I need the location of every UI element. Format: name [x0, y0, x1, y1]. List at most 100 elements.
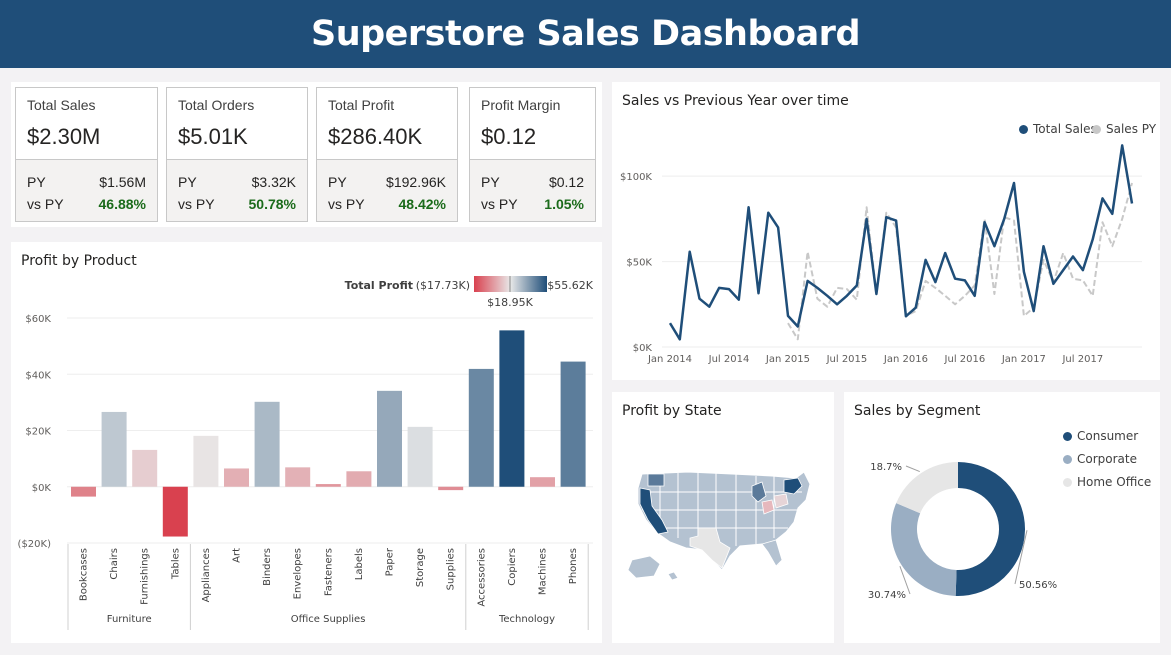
kpi-value: $0.12: [481, 124, 537, 149]
x-tick-label: Storage: [415, 548, 426, 587]
bar-art[interactable]: [224, 468, 249, 487]
bar-storage[interactable]: [407, 426, 433, 487]
legend-title: Total Profit: [345, 279, 413, 292]
bar-labels[interactable]: [346, 471, 372, 487]
bar-binders[interactable]: [254, 401, 280, 487]
bar-paper[interactable]: [377, 390, 402, 487]
x-tick-label: Jul 2017: [1061, 354, 1103, 365]
slice-consumer[interactable]: [955, 462, 1025, 596]
bar-copiers[interactable]: [499, 330, 525, 487]
x-tick-label: Jan 2015: [765, 354, 810, 365]
kpi-vs-value: 46.88%: [98, 196, 146, 212]
x-tick-label: Jul 2014: [708, 354, 750, 365]
kpi-value: $2.30M: [27, 124, 101, 149]
kpi-card-profit-margin[interactable]: Profit Margin $0.12 PY $0.12 vs PY 1.05%: [469, 87, 596, 222]
kpi-vs-label: vs PY: [328, 196, 365, 212]
slice-value-label: 50.56%: [1019, 580, 1057, 591]
kpi-value: $286.40K: [328, 124, 423, 149]
us-state-map[interactable]: [612, 392, 834, 643]
x-tick-label: Fasteners: [323, 548, 334, 596]
bar-phones[interactable]: [560, 361, 586, 487]
y-tick-label: $40K: [25, 370, 51, 381]
series-line-total-sales[interactable]: [668, 144, 1134, 341]
us-map-shape[interactable]: [627, 471, 811, 581]
kpi-py-label: PY: [27, 174, 46, 190]
slice-leader-line: [905, 465, 920, 473]
y-tick-label: $50K: [626, 258, 652, 269]
slice-corporate[interactable]: [891, 503, 957, 596]
profit-by-state-panel[interactable]: Profit by State: [612, 392, 834, 643]
y-tick-label: $0K: [32, 483, 52, 494]
kpi-label: Profit Margin: [481, 97, 561, 113]
sales-vs-py-panel[interactable]: Sales vs Previous Year over time Total S…: [612, 82, 1160, 380]
slice-home-office[interactable]: [896, 462, 958, 514]
sales-line-chart[interactable]: $100K $50K $0KJan 2014 Jul 2014 Jan 2015 Jul …: [612, 82, 1160, 380]
kpi-py-value: $1.56M: [99, 174, 146, 190]
kpi-vs-value: 1.05%: [544, 196, 584, 212]
x-tick-label: Jul 2015: [826, 354, 868, 365]
x-tick-label: Paper: [385, 547, 396, 576]
kpi-card-total-orders[interactable]: Total Orders $5.01K PY $3.32K vs PY 50.78%: [166, 87, 308, 222]
legend-mid: $18.95K: [487, 296, 533, 309]
kpi-py-label: PY: [481, 174, 500, 190]
kpi-vs-label: vs PY: [481, 196, 518, 212]
profit-by-product-chart[interactable]: Total Profit ($17.73K) $55.62K $18.95K $…: [11, 242, 602, 643]
kpi-value: $5.01K: [178, 124, 248, 149]
y-tick-label: $0K: [633, 343, 653, 354]
kpi-label: Total Orders: [178, 97, 255, 113]
x-tick-label: Jan 2016: [883, 354, 928, 365]
x-tick-label: Accessories: [476, 548, 487, 607]
kpi-py-label: PY: [328, 174, 347, 190]
bar-machines[interactable]: [530, 477, 555, 487]
x-tick-label: Machines: [538, 548, 549, 595]
x-tick-label: Art: [232, 548, 243, 563]
kpi-py-value: $3.32K: [251, 174, 296, 190]
x-tick-label: Jan 2017: [1001, 354, 1046, 365]
kpi-vs-label: vs PY: [27, 196, 64, 212]
x-tick-label: Appliances: [201, 548, 212, 602]
profit-by-product-panel[interactable]: Profit by Product Total Profit ($17.73K)…: [11, 242, 602, 643]
x-tick-label: Phones: [568, 548, 579, 584]
kpi-py-value: $192.96K: [386, 174, 446, 190]
x-tick-label: Chairs: [109, 548, 120, 580]
bar-bookcases[interactable]: [71, 486, 96, 497]
slice-value-label: 30.74%: [868, 590, 906, 601]
x-tick-label: Jan 2014: [647, 354, 692, 365]
sales-by-segment-panel[interactable]: Sales by Segment Consumer Corporate Home…: [844, 392, 1160, 643]
kpi-panel: Total Sales $2.30M PY $1.56M vs PY 46.88% …: [11, 82, 602, 227]
page-title: Superstore Sales Dashboard: [311, 14, 861, 54]
x-tick-label: Bookcases: [79, 548, 90, 601]
bar-furnishings[interactable]: [132, 449, 158, 487]
x-tick-label: Jul 2016: [944, 354, 986, 365]
x-tick-label: Supplies: [446, 548, 457, 590]
kpi-vs-label: vs PY: [178, 196, 215, 212]
kpi-py-value: $0.12: [548, 174, 584, 190]
bar-fasteners[interactable]: [315, 484, 341, 487]
kpi-vs-value: 50.78%: [248, 196, 296, 212]
bar-accessories[interactable]: [468, 368, 494, 487]
legend-min: ($17.73K): [416, 279, 470, 292]
group-label: Furniture: [107, 614, 152, 625]
dashboard-header: Superstore Sales Dashboard: [0, 0, 1171, 68]
group-label: Technology: [498, 614, 555, 625]
kpi-card-total-profit[interactable]: Total Profit $286.40K PY $192.96K vs PY 48…: [316, 87, 458, 222]
kpi-card-total-sales[interactable]: Total Sales $2.30M PY $1.56M vs PY 46.88%: [15, 87, 158, 222]
kpi-label: Total Sales: [27, 97, 96, 113]
segment-donut-chart[interactable]: 50.56% 30.74% 18.7%: [844, 392, 1160, 643]
bar-chairs[interactable]: [101, 411, 127, 487]
bar-appliances[interactable]: [193, 435, 219, 487]
y-tick-label: $100K: [620, 172, 652, 183]
bar-supplies[interactable]: [438, 486, 464, 491]
x-tick-label: Envelopes: [293, 548, 304, 599]
legend-max: $55.62K: [547, 279, 593, 292]
bar-envelopes[interactable]: [285, 467, 311, 487]
y-tick-label: $20K: [25, 427, 51, 438]
x-tick-label: Tables: [170, 548, 181, 580]
x-tick-label: Labels: [354, 548, 365, 580]
kpi-label: Total Profit: [328, 97, 395, 113]
kpi-vs-value: 48.42%: [398, 196, 446, 212]
bar-tables[interactable]: [162, 486, 188, 537]
slice-value-label: 18.7%: [870, 462, 902, 473]
kpi-py-label: PY: [178, 174, 197, 190]
x-tick-label: Furnishings: [140, 548, 151, 605]
